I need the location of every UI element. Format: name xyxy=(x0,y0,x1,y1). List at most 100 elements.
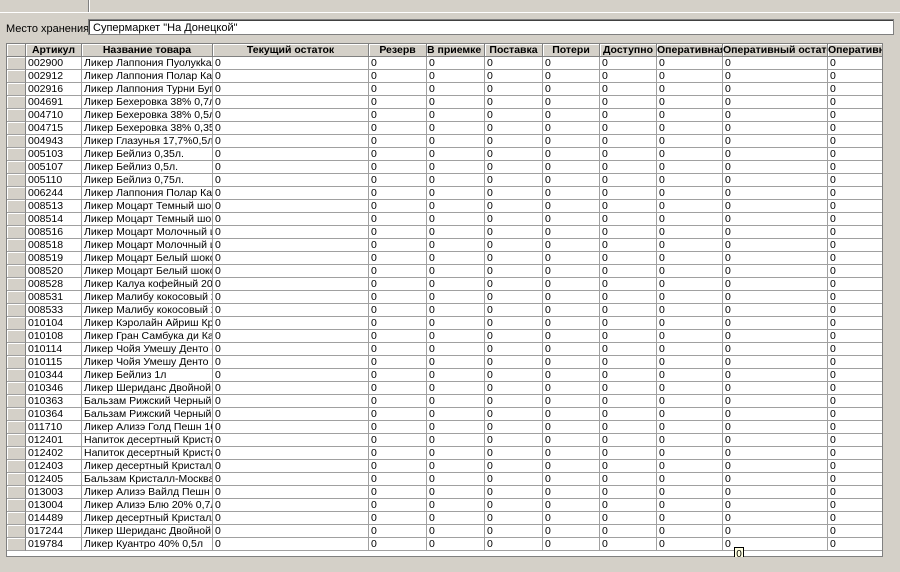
col-reserve-cell[interactable]: 0 xyxy=(369,83,427,96)
col-reserve-cell[interactable]: 0 xyxy=(369,96,427,109)
col-supply-cell[interactable]: 0 xyxy=(485,421,543,434)
col-reserve-cell[interactable]: 0 xyxy=(369,148,427,161)
col-article-cell[interactable]: 002912 xyxy=(26,70,82,83)
col-supply-cell[interactable]: 0 xyxy=(485,265,543,278)
table-row[interactable]: 008528Ликер Калуа кофейный 20% 0,0000000… xyxy=(7,278,882,291)
col-operative-stock-cell[interactable]: 0 xyxy=(723,200,828,213)
col-supply-cell[interactable]: 0 xyxy=(485,239,543,252)
col-operative-2-cell[interactable]: 0 xyxy=(828,512,882,525)
col-current-stock-cell[interactable]: 0 xyxy=(213,499,369,512)
table-row[interactable]: 010364 Бальзам Рижский Черный 45 0 0 0 0 0 0 0 0 0 xyxy=(7,408,882,421)
col-reserve-cell[interactable]: 0 xyxy=(369,174,427,187)
col-operative-2-cell[interactable]: 0 xyxy=(828,70,882,83)
col-operative-cell[interactable]: 0 xyxy=(657,200,723,213)
col-reserve-cell[interactable]: 0 xyxy=(369,369,427,382)
col-available-cell[interactable]: 0 xyxy=(600,356,657,369)
col-operative-stock-cell[interactable]: 0 xyxy=(723,278,828,291)
col-article-cell[interactable]: 012405 xyxy=(26,473,82,486)
col-operative-stock-cell[interactable]: 0 xyxy=(723,408,828,421)
col-operative-stock-cell[interactable]: 0 xyxy=(723,369,828,382)
col-in-receiving-cell[interactable]: 0 xyxy=(427,239,485,252)
col-operative-2-cell[interactable]: 0 xyxy=(828,213,882,226)
col-operative-cell[interactable]: 0 xyxy=(657,161,723,174)
col-losses-cell[interactable]: 0 xyxy=(543,512,600,525)
col-article-cell[interactable]: 005103 xyxy=(26,148,82,161)
table-row[interactable]: 002900Ликер Лаппония ПуолукkaЛинг0000000… xyxy=(7,57,882,70)
col-operative-cell[interactable]: 0 xyxy=(657,473,723,486)
col-operative-cell[interactable]: 0 xyxy=(657,109,723,122)
col-operative-cell[interactable]: 0 xyxy=(657,382,723,395)
col-supply-cell[interactable]: 0 xyxy=(485,317,543,330)
table-row[interactable]: 008520Ликер Моцарт Белый шоколад00000000… xyxy=(7,265,882,278)
grid-header-row[interactable]: Артикул Название товара Текущий остаток Рез… xyxy=(7,44,882,57)
row-indicator[interactable] xyxy=(7,200,26,213)
col-article-cell[interactable]: 005110 xyxy=(26,174,82,187)
col-available-cell[interactable]: 0 xyxy=(600,278,657,291)
col-operative-2-cell[interactable]: 0 xyxy=(828,408,882,421)
col-operative-cell[interactable]: 0 xyxy=(657,460,723,473)
col-supply-cell[interactable]: 0 xyxy=(485,252,543,265)
col-current-stock-cell[interactable]: 0 xyxy=(213,304,369,317)
col-operative-2-cell[interactable]: 0 xyxy=(828,265,882,278)
col-operative-2-cell[interactable]: 0 xyxy=(828,57,882,70)
col-reserve-cell[interactable]: 0 xyxy=(369,161,427,174)
col-reserve-cell[interactable]: 0 xyxy=(369,499,427,512)
col-current-stock-cell[interactable]: 0 xyxy=(213,187,369,200)
col-operative-stock-cell[interactable]: 0 xyxy=(723,330,828,343)
col-losses-cell[interactable]: 0 xyxy=(543,291,600,304)
col-operative-2-cell[interactable]: 0 xyxy=(828,96,882,109)
col-name-cell[interactable]: Бальзам Рижский Черный 45 xyxy=(82,408,213,421)
col-operative-cell[interactable]: 0 xyxy=(657,447,723,460)
col-available-cell[interactable]: 0 xyxy=(600,83,657,96)
col-operative-2-cell[interactable]: 0 xyxy=(828,291,882,304)
col-current-stock-cell[interactable]: 0 xyxy=(213,538,369,551)
col-operative-2-cell[interactable]: 0 xyxy=(828,382,882,395)
col-article-cell[interactable]: 004715 xyxy=(26,122,82,135)
col-available-cell[interactable]: 0 xyxy=(600,174,657,187)
col-operative-2-cell[interactable]: 0 xyxy=(828,343,882,356)
col-operative-stock-cell[interactable]: 0 xyxy=(723,122,828,135)
col-operative-cell[interactable]: 0 xyxy=(657,291,723,304)
col-in-receiving-cell[interactable]: 0 xyxy=(427,135,485,148)
col-current-stock-cell[interactable]: 0 xyxy=(213,278,369,291)
col-reserve-cell[interactable]: 0 xyxy=(369,278,427,291)
col-operative-2-cell[interactable]: 0 xyxy=(828,161,882,174)
col-operative-stock-cell[interactable]: 0 xyxy=(723,57,828,70)
table-row[interactable]: 012403 Ликер десертный Кристалл-К 0 0 0 0 0 0 0 0… xyxy=(7,460,882,473)
col-reserve-cell[interactable]: 0 xyxy=(369,70,427,83)
col-operative-cell[interactable]: 0 xyxy=(657,538,723,551)
col-available-cell[interactable]: 0 xyxy=(600,148,657,161)
col-operative-stock-cell[interactable]: 0 xyxy=(723,421,828,434)
row-indicator[interactable] xyxy=(7,356,26,369)
col-supply-cell[interactable]: 0 xyxy=(485,434,543,447)
col-operative-cell[interactable]: 0 xyxy=(657,239,723,252)
col-current-stock-cell[interactable]: 0 xyxy=(213,356,369,369)
col-in-receiving-cell[interactable]: 0 xyxy=(427,148,485,161)
col-operative-2-cell[interactable]: 0 xyxy=(828,239,882,252)
col-current-stock-cell[interactable]: 0 xyxy=(213,83,369,96)
col-reserve-cell[interactable]: 0 xyxy=(369,109,427,122)
col-operative-cell[interactable]: 0 xyxy=(657,83,723,96)
col-current-stock-cell[interactable]: 0 xyxy=(213,421,369,434)
col-operative-stock-cell[interactable]: 0 xyxy=(723,512,828,525)
table-row[interactable]: 010108Ликер Гран Самбука ди Канал0000000… xyxy=(7,330,882,343)
col-in-receiving-cell[interactable]: 0 xyxy=(427,122,485,135)
col-supply-cell[interactable]: 0 xyxy=(485,525,543,538)
col-losses-cell[interactable]: 0 xyxy=(543,408,600,421)
col-losses-cell[interactable]: 0 xyxy=(543,434,600,447)
col-operative-2-cell[interactable]: 0 xyxy=(828,460,882,473)
col-article-cell[interactable]: 010104 xyxy=(26,317,82,330)
row-indicator[interactable] xyxy=(7,395,26,408)
col-name-cell[interactable]: Ликер Куантро 40% 0,5л xyxy=(82,538,213,551)
col-name-cell[interactable]: Напиток десертный Кристалл xyxy=(82,434,213,447)
table-row[interactable]: 010363 Бальзам Рижский Черный 45 0 0 0 0 0 0 0 0 0 xyxy=(7,395,882,408)
col-losses-cell[interactable]: 0 xyxy=(543,473,600,486)
col-operative-stock-cell[interactable]: 0 xyxy=(723,174,828,187)
col-name-cell[interactable]: Ликер Моцарт Темный шокола xyxy=(82,213,213,226)
col-current-stock-cell[interactable]: 0 xyxy=(213,330,369,343)
col-operative-2-cell[interactable]: 0 xyxy=(828,304,882,317)
col-current-stock-cell[interactable]: 0 xyxy=(213,122,369,135)
col-name-cell[interactable]: Ликер Ализэ Голд Пешн 16% 0 xyxy=(82,421,213,434)
col-in-receiving-cell[interactable]: 0 xyxy=(427,213,485,226)
col-operative-cell[interactable]: 0 xyxy=(657,187,723,200)
